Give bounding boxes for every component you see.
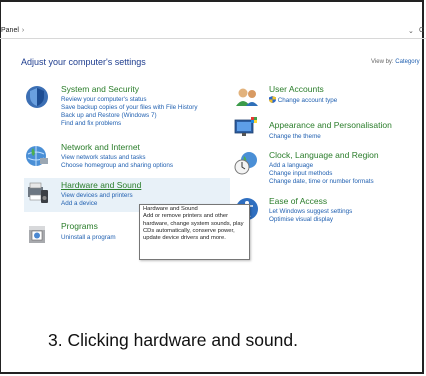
tooltip: Hardware and Sound Add or remove printer… bbox=[139, 204, 250, 260]
link-change-theme[interactable]: Change the theme bbox=[269, 133, 321, 140]
link-optimise-display[interactable]: Optimise visual display bbox=[269, 216, 333, 223]
link-devices-printers[interactable]: View devices and printers bbox=[61, 192, 133, 199]
link-network-status[interactable]: View network status and tasks bbox=[61, 154, 146, 161]
category-title[interactable]: Clock, Language and Region bbox=[269, 150, 379, 160]
address-bar[interactable]: Panel › ⌄ C bbox=[0, 26, 426, 39]
link-uninstall[interactable]: Uninstall a program bbox=[61, 234, 116, 241]
category-title[interactable]: Appearance and Personalisation bbox=[269, 120, 392, 130]
clock-globe-icon bbox=[234, 152, 257, 175]
category-title[interactable]: User Accounts bbox=[269, 84, 324, 94]
printer-speaker-icon bbox=[28, 182, 48, 203]
refresh-icon[interactable]: C bbox=[419, 27, 424, 34]
category-title[interactable]: Hardware and Sound bbox=[61, 180, 141, 190]
category-title[interactable]: Network and Internet bbox=[61, 142, 140, 152]
category-title[interactable]: Programs bbox=[61, 221, 98, 231]
instruction-caption: 3. Clicking hardware and sound. bbox=[48, 330, 299, 350]
link-add-device[interactable]: Add a device bbox=[61, 200, 97, 207]
programs-box-icon bbox=[29, 226, 45, 243]
link-suggest-settings[interactable]: Let Windows suggest settings bbox=[269, 208, 352, 215]
user-accounts-icon bbox=[236, 88, 258, 106]
link-add-language[interactable]: Add a language bbox=[269, 162, 313, 169]
link-find-fix[interactable]: Find and fix problems bbox=[61, 120, 121, 127]
link-file-history[interactable]: Save backup copies of your files with Fi… bbox=[61, 104, 198, 111]
shield-icon bbox=[26, 86, 48, 108]
uac-shield-icon bbox=[269, 96, 276, 103]
breadcrumb[interactable]: Panel › bbox=[1, 27, 24, 34]
monitor-palette-icon bbox=[234, 117, 257, 136]
tooltip-title: Hardware and Sound bbox=[143, 206, 198, 212]
link-date-time-formats[interactable]: Change date, time or number formats bbox=[269, 178, 374, 185]
address-dropdown-icon[interactable]: ⌄ bbox=[408, 27, 414, 35]
category-title[interactable]: Ease of Access bbox=[269, 196, 327, 206]
link-change-account-type[interactable]: Change account type bbox=[269, 96, 337, 104]
tooltip-body: Add or remove printers and other hardwar… bbox=[143, 213, 244, 242]
link-homegroup[interactable]: Choose homegroup and sharing options bbox=[61, 162, 173, 169]
link-input-methods[interactable]: Change input methods bbox=[269, 170, 332, 177]
link-backup-restore[interactable]: Back up and Restore (Windows 7) bbox=[61, 112, 157, 119]
link-review-status[interactable]: Review your computer's status bbox=[61, 96, 147, 103]
category-title[interactable]: System and Security bbox=[61, 84, 139, 94]
view-by-control[interactable]: View by: Category bbox=[371, 59, 420, 65]
network-globe-icon bbox=[26, 146, 48, 166]
page-title: Adjust your computer's settings bbox=[21, 57, 146, 67]
